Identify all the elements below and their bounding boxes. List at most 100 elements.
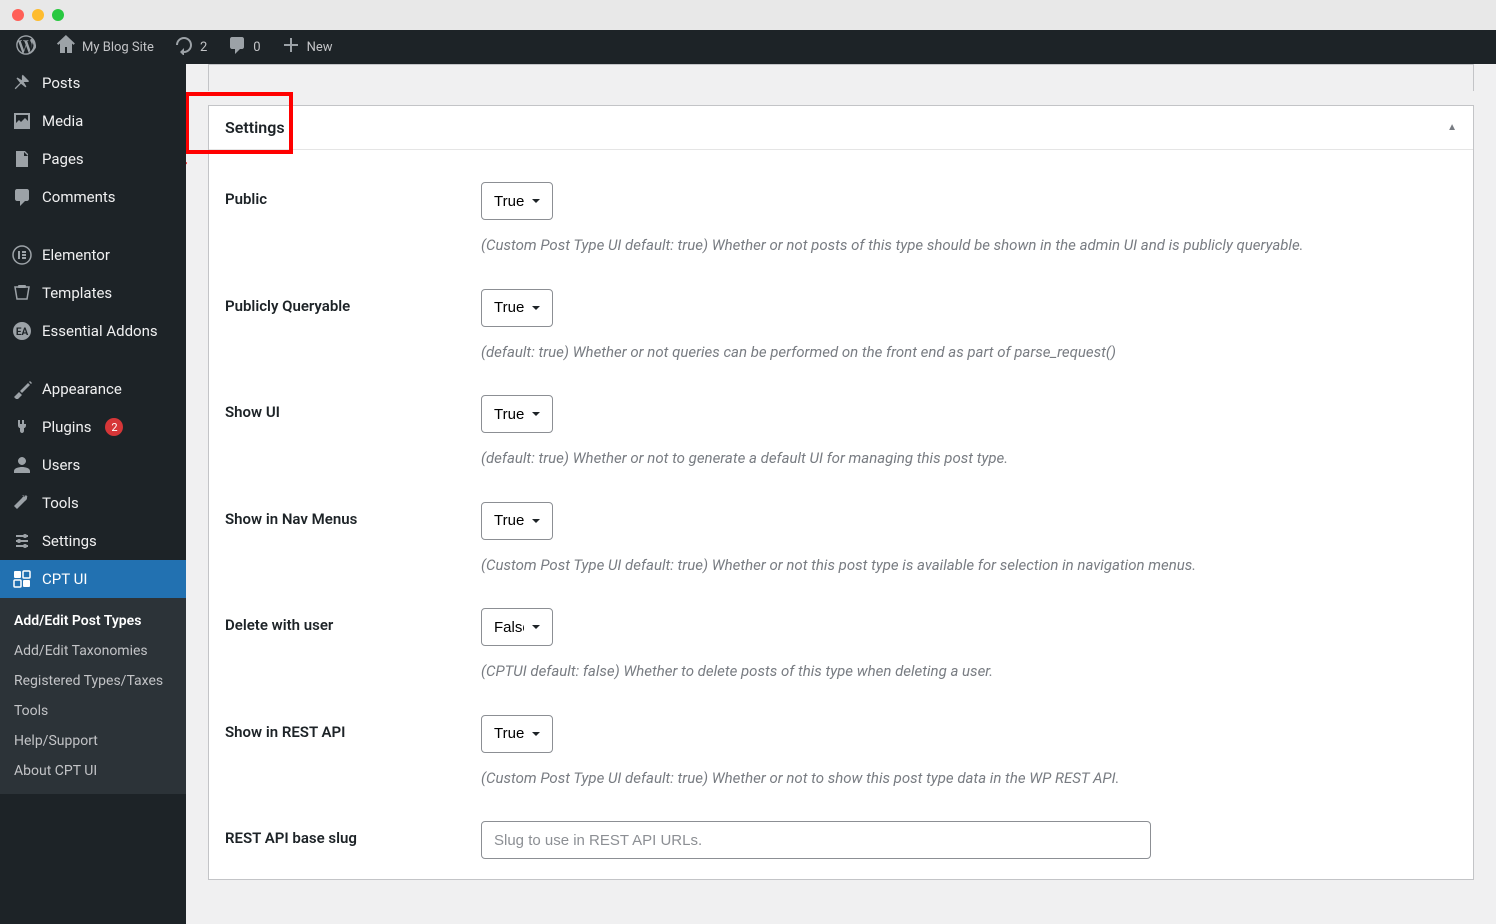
comments-count: 0 <box>253 40 260 55</box>
wp-adminmenu: Posts Media Pages Comments Elementor Templat… <box>0 64 186 924</box>
appearance-icon <box>12 379 32 399</box>
submenu-item-about-cpt-ui[interactable]: About CPT UI <box>0 756 186 786</box>
menu-label: Settings <box>42 532 97 550</box>
toggle-icon[interactable]: ▲ <box>1447 122 1457 133</box>
menu-item-users[interactable]: Users <box>0 446 186 484</box>
setting-row-show-in-rest-api: Show in REST APITrueFalse (Custom Post Ty… <box>225 683 1457 790</box>
home-icon <box>56 35 76 59</box>
setting-description: (default: true) Whether or not to genera… <box>481 447 1361 470</box>
setting-row-publicly-queryable: Publicly QueryableTrueFalse (default: tru… <box>225 257 1457 364</box>
menu-label: Plugins <box>42 418 91 436</box>
setting-description: (Custom Post Type UI default: true) Whet… <box>481 767 1361 790</box>
svg-text:EA: EA <box>16 327 29 338</box>
wp-adminbar: My Blog Site 2 0 New <box>0 30 1496 64</box>
page-icon <box>12 149 32 169</box>
media-icon <box>12 111 32 131</box>
window-minimize-button[interactable] <box>32 9 44 21</box>
menu-item-media[interactable]: Media <box>0 102 186 140</box>
site-title: My Blog Site <box>82 40 154 55</box>
setting-description: (default: true) Whether or not queries c… <box>481 341 1361 364</box>
cpt-ui-icon <box>12 569 32 589</box>
submenu-item-tools[interactable]: Tools <box>0 696 186 726</box>
menu-item-essential-addons[interactable]: EA Essential Addons <box>0 312 186 350</box>
settings-postbox: Settings ▲ PublicTrueFalse(Custom Post T… <box>208 105 1474 880</box>
setting-row-rest-api-base-slug: REST API base slug <box>225 789 1457 859</box>
menu-label: CPT UI <box>42 570 87 588</box>
postbox-header[interactable]: Settings ▲ <box>209 106 1473 150</box>
menu-label: Elementor <box>42 246 110 264</box>
setting-row-public: PublicTrueFalse (Custom Post Type UI defa… <box>225 150 1457 257</box>
menu-item-comments[interactable]: Comments <box>0 178 186 216</box>
pin-icon <box>12 73 32 93</box>
menu-label: Comments <box>42 188 116 206</box>
setting-label: Delete with user <box>225 608 481 683</box>
new-content-menu[interactable]: New <box>271 30 343 64</box>
setting-row-delete-with-user: Delete with userTrueFalse (CPTUI default:… <box>225 576 1457 683</box>
updates-icon <box>174 35 194 59</box>
wordpress-icon <box>16 35 36 59</box>
setting-label: Show in REST API <box>225 715 481 790</box>
setting-description: (CPTUI default: false) Whether to delete… <box>481 660 1361 683</box>
setting-description: (Custom Post Type UI default: true) Whet… <box>481 234 1361 257</box>
window-maximize-button[interactable] <box>52 9 64 21</box>
setting-row-show-ui: Show UITrueFalse (default: true) Whether … <box>225 363 1457 470</box>
menu-item-appearance[interactable]: Appearance <box>0 370 186 408</box>
menu-item-elementor[interactable]: Elementor <box>0 236 186 274</box>
menu-item-pages[interactable]: Pages <box>0 140 186 178</box>
menu-label: Pages <box>42 150 84 168</box>
comments-menu[interactable]: 0 <box>217 30 270 64</box>
users-icon <box>12 455 32 475</box>
menu-item-cpt-ui[interactable]: CPT UI <box>0 560 186 598</box>
elementor-icon <box>12 245 32 265</box>
menu-label: Templates <box>42 284 112 302</box>
rest-api-base-slug-input[interactable] <box>481 821 1151 859</box>
menu-item-templates[interactable]: Templates <box>0 274 186 312</box>
setting-label: Public <box>225 182 481 257</box>
setting-select-show-in-nav-menus[interactable]: TrueFalse <box>481 502 553 540</box>
window-chrome <box>0 0 1496 30</box>
menu-label: Essential Addons <box>42 322 158 340</box>
updates-menu[interactable]: 2 <box>164 30 217 64</box>
wp-logo-menu[interactable] <box>6 30 46 64</box>
setting-select-delete-with-user[interactable]: TrueFalse <box>481 608 553 646</box>
setting-row-show-in-nav-menus: Show in Nav MenusTrueFalse (Custom Post T… <box>225 470 1457 577</box>
updates-count: 2 <box>200 40 207 55</box>
setting-label: Publicly Queryable <box>225 289 481 364</box>
templates-icon <box>12 283 32 303</box>
setting-description: (Custom Post Type UI default: true) Whet… <box>481 554 1361 577</box>
tools-icon <box>12 493 32 513</box>
menu-label: Users <box>42 456 80 474</box>
comments-icon <box>12 187 32 207</box>
ea-icon: EA <box>12 321 32 341</box>
wp-content: Settings ▲ PublicTrueFalse(Custom Post T… <box>186 64 1496 924</box>
setting-select-show-in-rest-api[interactable]: TrueFalse <box>481 715 553 753</box>
submenu-item-add-edit-post-types[interactable]: Add/Edit Post Types <box>0 606 186 636</box>
window-close-button[interactable] <box>12 9 24 21</box>
setting-select-show-ui[interactable]: TrueFalse <box>481 395 553 433</box>
setting-label: REST API base slug <box>225 821 481 859</box>
setting-label: Show in Nav Menus <box>225 502 481 577</box>
setting-label: Show UI <box>225 395 481 470</box>
new-label: New <box>307 40 333 55</box>
menu-item-plugins[interactable]: Plugins 2 <box>0 408 186 446</box>
setting-select-publicly-queryable[interactable]: TrueFalse <box>481 289 553 327</box>
annotation-arrow <box>186 152 196 212</box>
content-spacer <box>208 64 1474 91</box>
submenu-item-add-edit-taxonomies[interactable]: Add/Edit Taxonomies <box>0 636 186 666</box>
settings-icon <box>12 531 32 551</box>
menu-label: Appearance <box>42 380 122 398</box>
menu-label: Media <box>42 112 83 130</box>
menu-label: Tools <box>42 494 79 512</box>
menu-item-posts[interactable]: Posts <box>0 64 186 102</box>
menu-label: Posts <box>42 74 80 92</box>
submenu-item-help-support[interactable]: Help/Support <box>0 726 186 756</box>
menu-item-tools[interactable]: Tools <box>0 484 186 522</box>
submenu-item-registered-types-taxes[interactable]: Registered Types/Taxes <box>0 666 186 696</box>
menu-item-settings[interactable]: Settings <box>0 522 186 560</box>
update-badge: 2 <box>105 418 123 436</box>
site-name-menu[interactable]: My Blog Site <box>46 30 164 64</box>
setting-select-public[interactable]: TrueFalse <box>481 182 553 220</box>
plus-icon <box>281 35 301 59</box>
comments-icon <box>227 35 247 59</box>
postbox-title: Settings <box>225 118 285 137</box>
